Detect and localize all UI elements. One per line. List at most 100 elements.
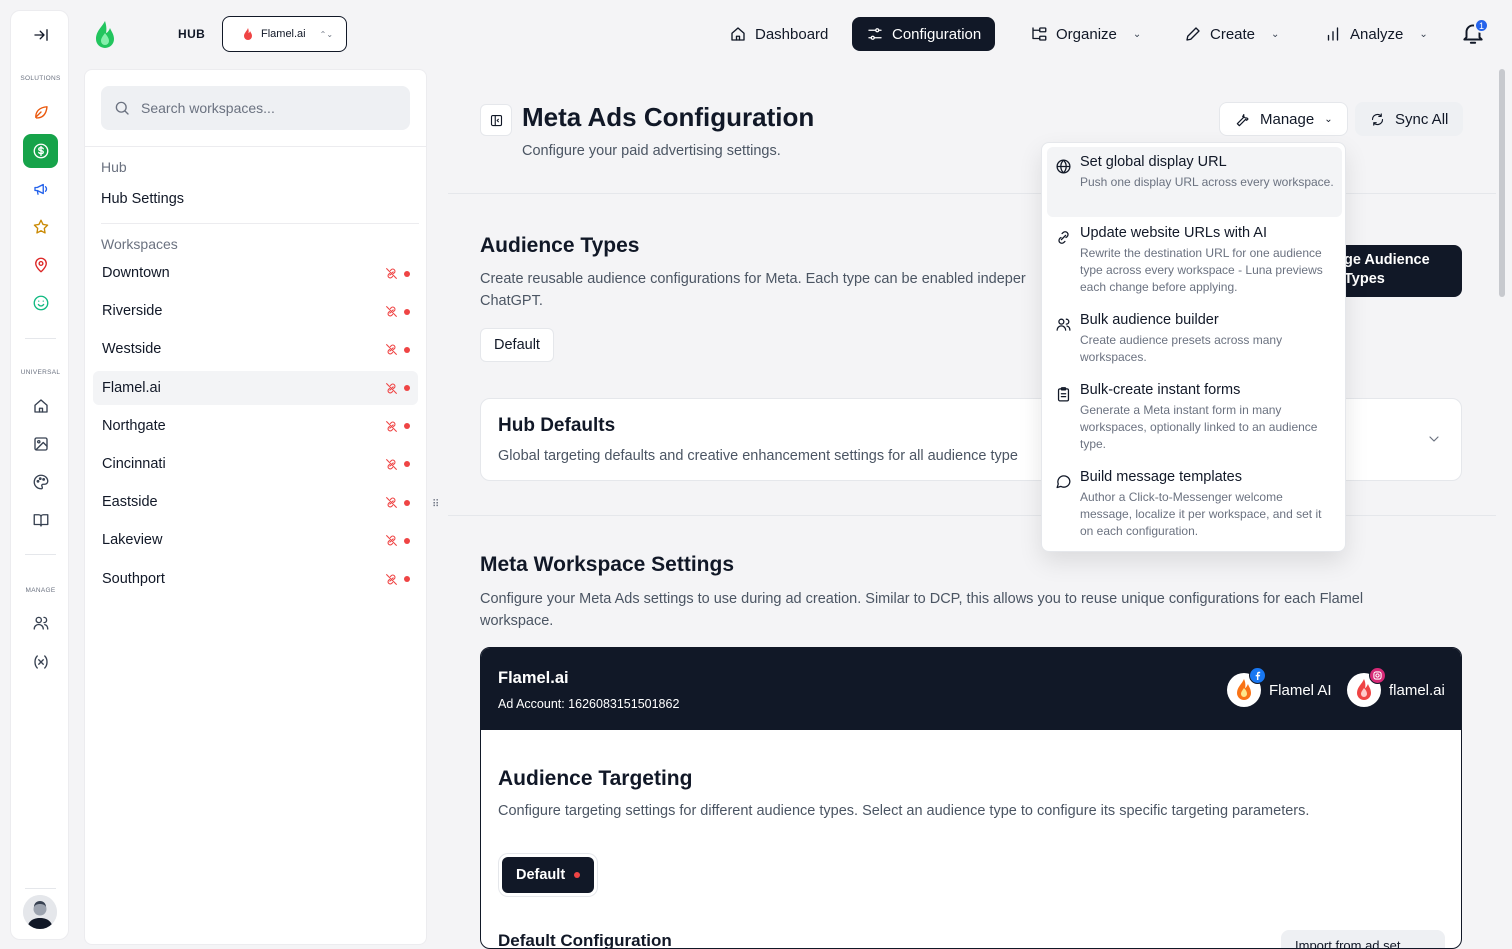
workspace-item[interactable]: Riverside (93, 294, 418, 328)
workspace-status-flags (385, 382, 410, 395)
flamel-logo[interactable] (93, 20, 117, 50)
expand-sidebar-button[interactable] (23, 18, 58, 52)
link-off-icon (386, 382, 397, 394)
rail-item-users[interactable] (23, 606, 58, 640)
pen-icon (1186, 27, 1200, 41)
workspace-item[interactable]: Southport (93, 562, 418, 596)
rail-divider (25, 888, 56, 889)
link-off-icon (386, 306, 397, 318)
audience-tab-default-label: Default (516, 867, 566, 883)
workspace-search[interactable] (101, 86, 410, 130)
nav-analyze-label: Analyze (1350, 25, 1404, 43)
workspace-item-label: Southport (102, 570, 165, 587)
menu-item-bulk-create-instant-forms[interactable]: Bulk-create instant forms Generate a Met… (1047, 375, 1342, 459)
divider (85, 146, 426, 147)
notification-count-badge: 1 (1474, 18, 1489, 33)
rail-item-reviews[interactable] (23, 210, 58, 244)
map-pin-icon (34, 257, 47, 273)
rail-item-brand[interactable] (23, 465, 58, 499)
meta-workspace-settings-title: Meta Workspace Settings (480, 553, 735, 576)
user-avatar[interactable] (23, 895, 57, 929)
workspace-card-name: Flamel.ai (498, 669, 569, 687)
rail-item-locations[interactable] (23, 248, 58, 282)
nav-dashboard[interactable]: Dashboard (715, 17, 842, 51)
megaphone-icon (33, 183, 47, 195)
menu-item-description: Rewrite the destination URL for one audi… (1080, 246, 1323, 294)
manage-audience-types-button[interactable]: ge Audience Types (1330, 245, 1462, 297)
account-avatar (1347, 667, 1386, 707)
nav-configuration[interactable]: Configuration (852, 17, 996, 51)
workspace-item[interactable]: Cincinnati (93, 447, 418, 481)
rail-item-paid-ads[interactable] (23, 134, 58, 168)
workspace-item[interactable]: Flamel.ai (93, 370, 418, 405)
chevron-down-icon: ⌄ (1419, 28, 1428, 40)
instagram-account: flamel.ai (1347, 667, 1445, 707)
rail-item-media[interactable] (23, 427, 58, 461)
workspace-item-label: Lakeview (102, 532, 163, 549)
rail-item-leaf[interactable] (23, 95, 58, 129)
workspace-item[interactable]: Downtown (93, 256, 418, 290)
hub-settings-link[interactable]: Hub Settings (101, 191, 184, 207)
arrow-right-to-line-icon (33, 29, 48, 41)
avatar-photo-icon (23, 895, 57, 929)
panel-left-icon (490, 114, 502, 126)
rail-section-solutions: SOLUTIONS (20, 75, 61, 82)
clipboard-icon (1057, 387, 1070, 402)
menu-item-update-website-urls[interactable]: Update website URLs with AI Rewrite the … (1047, 218, 1342, 304)
audience-targeting-description: Configure targeting settings for differe… (498, 803, 1310, 819)
workspace-status-flags (385, 343, 410, 356)
rail-item-engagement[interactable] (23, 286, 58, 320)
rail-item-library[interactable] (23, 503, 58, 537)
variable-icon (33, 655, 48, 669)
search-input[interactable] (141, 100, 391, 116)
rail-item-campaigns[interactable] (23, 172, 58, 206)
workspace-item[interactable]: Eastside (93, 485, 418, 519)
sync-all-button[interactable]: Sync All (1355, 102, 1464, 136)
flame-logo-icon (96, 21, 114, 48)
import-from-ad-set-button[interactable]: Import from ad set (1281, 930, 1445, 948)
account-avatar (1227, 667, 1266, 707)
instagram-icon (1369, 667, 1386, 684)
audience-tab-default[interactable]: Default (502, 857, 595, 893)
rail-item-variables[interactable] (23, 645, 58, 679)
nav-analyze[interactable]: Analyze ⌄ (1310, 17, 1442, 51)
workspace-item[interactable]: Lakeview (93, 523, 418, 557)
palette-icon (33, 474, 48, 490)
audience-type-chip-default[interactable]: Default (480, 328, 554, 362)
rail-item-home[interactable] (23, 389, 58, 423)
workspace-status-flags (385, 458, 410, 471)
workspace-status-flags (385, 496, 410, 509)
audience-targeting-title: Audience Targeting (498, 767, 693, 790)
menu-item-bulk-audience-builder[interactable]: Bulk audience builder Create audience pr… (1047, 305, 1342, 373)
menu-item-set-global-display-url[interactable]: Set global display URL Push one display … (1047, 147, 1342, 217)
message-circle-icon (1056, 475, 1071, 489)
home-icon (731, 27, 745, 41)
menu-item-build-message-templates[interactable]: Build message templates Author a Click-t… (1047, 462, 1342, 546)
status-dot (404, 423, 410, 430)
link-off-icon (386, 497, 397, 509)
scrollbar-thumb[interactable] (1499, 69, 1505, 297)
ad-account-id: Ad Account: 1626083151501862 (498, 697, 680, 711)
audience-types-description: Create reusable audience configurations … (480, 268, 1040, 312)
manage-button[interactable]: Manage ⌄ (1219, 102, 1348, 136)
link-off-icon (386, 535, 397, 547)
panel-resize-handle[interactable]: ⠿ (432, 499, 439, 510)
workspace-item-label: Flamel.ai (102, 379, 161, 396)
nav-organize[interactable]: Organize ⌄ (1016, 17, 1155, 51)
workspace-item[interactable]: Northgate (93, 409, 418, 443)
meta-ws-description-line: workspace. (480, 613, 554, 629)
nav-create[interactable]: Create ⌄ (1170, 17, 1293, 51)
hub-section-title: Hub (101, 159, 127, 175)
hub-defaults-description: Global targeting defaults and creative e… (498, 448, 1018, 464)
toggle-panel-button[interactable] (480, 104, 512, 136)
nav-dashboard-label: Dashboard (755, 25, 829, 43)
home-icon (33, 399, 48, 413)
workspace-item[interactable]: Westside (93, 332, 418, 366)
workspace-selector[interactable]: Flamel.ai ⌃⌄ (222, 16, 347, 52)
hub-defaults-title: Hub Defaults (498, 415, 616, 436)
workspace-item-label: Riverside (102, 303, 163, 320)
instagram-account-name: flamel.ai (1389, 681, 1445, 699)
workspaces-section-title: Workspaces (101, 236, 178, 252)
dollar-circle-icon (33, 143, 48, 159)
folder-tree-icon (1032, 27, 1047, 41)
